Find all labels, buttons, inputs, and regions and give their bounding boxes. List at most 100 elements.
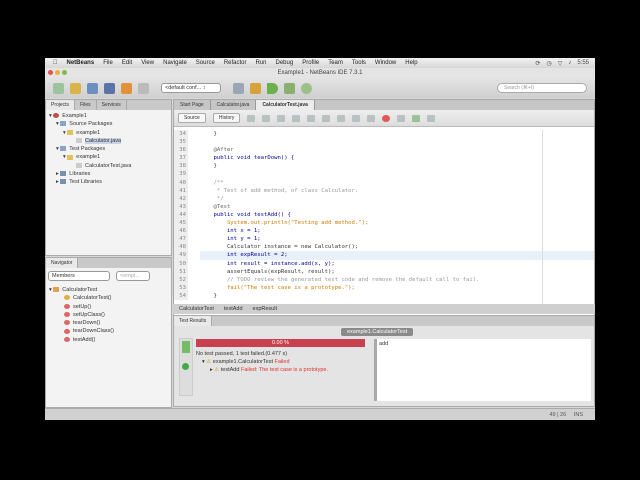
run-icon[interactable] bbox=[267, 82, 278, 94]
code-line[interactable]: 36 @After bbox=[174, 146, 594, 155]
menu-view[interactable]: View bbox=[141, 60, 154, 66]
comment-icon[interactable] bbox=[412, 114, 421, 122]
tab-calculatortest-java[interactable]: CalculatorTest.java bbox=[256, 100, 315, 110]
redo-icon[interactable] bbox=[138, 82, 149, 94]
shift-right-icon[interactable] bbox=[367, 114, 376, 122]
bookmark-icon[interactable] bbox=[337, 114, 346, 122]
stop-macro-icon[interactable] bbox=[397, 114, 406, 122]
fold-gutter[interactable] bbox=[188, 186, 200, 195]
menu-source[interactable]: Source bbox=[196, 60, 215, 66]
close-window-button[interactable] bbox=[48, 70, 53, 75]
suite-node[interactable]: ▾ ⚠ example1.CalculatorTest Failed bbox=[196, 358, 328, 366]
tree-project[interactable]: ▾ Example1 bbox=[46, 112, 171, 120]
code-line[interactable]: 45 System.out.println("Testing add metho… bbox=[174, 219, 594, 228]
code-line[interactable]: 39 bbox=[174, 170, 594, 179]
test-node[interactable]: ▸ ⚠ testAdd Failed: The test case is a p… bbox=[196, 366, 328, 374]
clean-build-icon[interactable] bbox=[233, 82, 244, 94]
sync-icon[interactable]: ⟳ bbox=[535, 60, 540, 67]
fold-gutter[interactable] bbox=[188, 275, 200, 284]
menu-navigate[interactable]: Navigate bbox=[163, 60, 187, 66]
code-line[interactable]: 48 Calculator instance = new Calculator(… bbox=[174, 243, 594, 252]
fold-gutter[interactable] bbox=[188, 251, 200, 260]
code-area[interactable]: 34 } 35 36 @After 37 public void tearDown()… bbox=[174, 130, 594, 300]
code-line[interactable]: 43 @Test bbox=[174, 202, 594, 211]
tab-calculator-java[interactable]: Calculator.java bbox=[211, 100, 257, 110]
tree-source-packages[interactable]: ▾ Source Packages bbox=[46, 120, 171, 128]
code-line[interactable]: 41 * Test of add method, of class Calcul… bbox=[174, 186, 594, 195]
fold-gutter[interactable] bbox=[188, 154, 200, 163]
code-line[interactable]: 47 int y = 1; bbox=[174, 235, 594, 244]
code-line[interactable]: 46 int x = 1; bbox=[174, 227, 594, 236]
fold-gutter[interactable] bbox=[188, 227, 200, 236]
menu-refactor[interactable]: Refactor bbox=[224, 60, 247, 66]
code-line[interactable]: 54 } bbox=[174, 291, 594, 300]
tree-file[interactable]: CalculatorTest.java bbox=[46, 162, 171, 170]
forward-icon[interactable] bbox=[262, 114, 271, 122]
menu-app[interactable]: NetBeans bbox=[67, 60, 95, 66]
code-line[interactable]: 35 bbox=[174, 138, 594, 147]
tree-test-packages[interactable]: ▾ Test Packages bbox=[46, 145, 171, 153]
rerun-icon[interactable] bbox=[182, 341, 190, 353]
open-project-icon[interactable] bbox=[87, 82, 98, 94]
tree-package[interactable]: ▾ example1 bbox=[46, 153, 171, 161]
output-pane[interactable]: add bbox=[374, 339, 591, 401]
tree-package[interactable]: ▾ example1 bbox=[46, 129, 171, 137]
uncomment-icon[interactable] bbox=[427, 114, 436, 122]
fold-gutter[interactable] bbox=[188, 235, 200, 244]
code-line[interactable]: 37 public void tearDown() { bbox=[174, 154, 594, 163]
record-macro-icon[interactable] bbox=[382, 114, 391, 122]
code-line[interactable]: 40 /** bbox=[174, 178, 594, 187]
code-line[interactable]: 44 public void testAdd() { bbox=[174, 210, 594, 220]
nav-member[interactable]: setUpClass() bbox=[46, 311, 171, 319]
find-prev-icon[interactable] bbox=[292, 114, 301, 122]
source-button[interactable]: Source bbox=[178, 113, 206, 123]
save-all-icon[interactable] bbox=[104, 82, 115, 94]
code-line[interactable]: 50 int result = instance.add(x, y); bbox=[174, 259, 594, 268]
code-line[interactable]: 49 int expResult = 2; bbox=[174, 251, 594, 260]
config-select[interactable]: <default conf... ↕ bbox=[161, 83, 221, 93]
tab-files[interactable]: Files bbox=[75, 100, 97, 110]
tab-start-page[interactable]: Start Page bbox=[174, 100, 211, 110]
fold-gutter[interactable] bbox=[188, 138, 200, 147]
code-line[interactable]: 51 assertEquals(expResult, result); bbox=[174, 267, 594, 276]
fold-gutter[interactable] bbox=[188, 146, 200, 155]
find-icon[interactable] bbox=[277, 114, 286, 122]
suite-tab[interactable]: example1.CalculatorTest bbox=[341, 328, 414, 336]
breadcrumb-variable[interactable]: expResult bbox=[253, 304, 277, 314]
back-icon[interactable] bbox=[247, 114, 256, 122]
menu-help[interactable]: Help bbox=[405, 60, 417, 66]
menu-team[interactable]: Team bbox=[328, 60, 343, 66]
apple-icon[interactable]:  bbox=[53, 60, 58, 66]
tab-services[interactable]: Services bbox=[97, 100, 127, 110]
new-file-icon[interactable] bbox=[53, 82, 64, 94]
menu-debug[interactable]: Debug bbox=[276, 60, 294, 66]
nav-member[interactable]: testAdd() bbox=[46, 336, 171, 344]
zoom-window-button[interactable] bbox=[62, 70, 67, 75]
nav-class[interactable]: ▾ CalculatorTest bbox=[46, 286, 171, 294]
code-line[interactable]: 38 } bbox=[174, 162, 594, 171]
breadcrumb-class[interactable]: CalculatorTest bbox=[179, 304, 214, 314]
undo-icon[interactable] bbox=[121, 82, 132, 94]
fold-gutter[interactable] bbox=[188, 243, 200, 252]
tree-file[interactable]: Calculator.java bbox=[46, 137, 171, 145]
fold-gutter[interactable] bbox=[188, 194, 200, 203]
volume-icon[interactable]: ♪ bbox=[568, 60, 571, 67]
profile-icon[interactable] bbox=[301, 82, 312, 94]
fold-gutter[interactable] bbox=[188, 130, 200, 139]
tab-projects[interactable]: Projects bbox=[46, 100, 76, 110]
code-line[interactable]: 52 // TODO review the generated test cod… bbox=[174, 275, 594, 284]
members-select[interactable]: Members bbox=[48, 271, 110, 281]
fold-gutter[interactable] bbox=[188, 210, 200, 220]
tree-test-libraries[interactable]: ▸ Test Libraries bbox=[46, 178, 171, 186]
code-line[interactable]: 53 fail("The test case is a prototype.")… bbox=[174, 283, 594, 292]
tab-test-results[interactable]: Test Results bbox=[174, 316, 213, 326]
menu-edit[interactable]: Edit bbox=[122, 60, 132, 66]
fold-gutter[interactable] bbox=[188, 162, 200, 171]
code-line[interactable]: 34 } bbox=[174, 130, 594, 139]
nav-member[interactable]: CalculatorTest() bbox=[46, 294, 171, 302]
code-line[interactable]: 42 */ bbox=[174, 194, 594, 203]
debug-icon[interactable] bbox=[284, 82, 295, 94]
fold-gutter[interactable] bbox=[188, 283, 200, 292]
fold-gutter[interactable] bbox=[188, 219, 200, 228]
nav-member[interactable]: tearDownClass() bbox=[46, 327, 171, 335]
